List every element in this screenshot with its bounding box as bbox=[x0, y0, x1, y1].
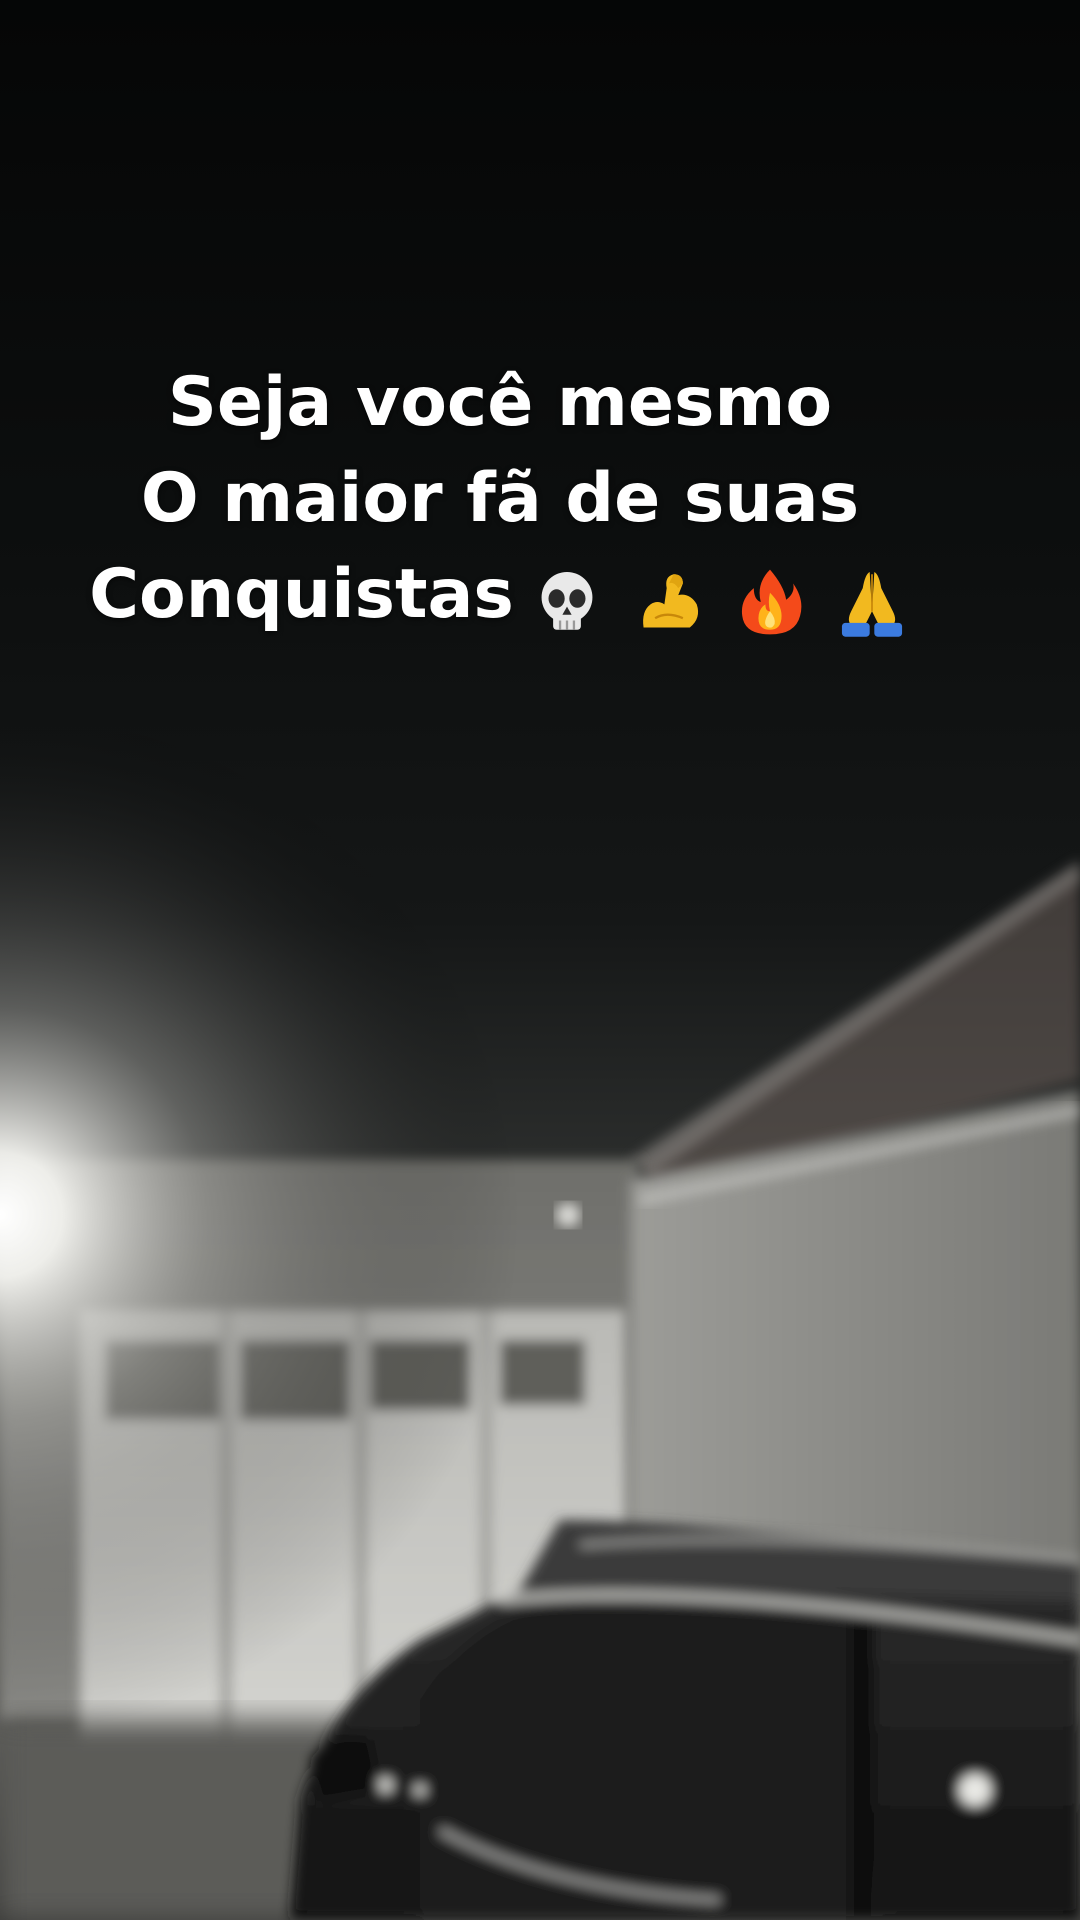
folded-hands-icon bbox=[841, 571, 902, 637]
skull-icon bbox=[541, 571, 593, 630]
background-photo bbox=[0, 695, 1080, 1920]
caption-line-3: Conquistas bbox=[0, 547, 1000, 646]
story-frame: Seja você mesmo O maior fã de suas Conqu… bbox=[0, 0, 1080, 1920]
fire-icon bbox=[742, 569, 802, 635]
emoji-row bbox=[528, 550, 911, 646]
caption-line-3-text: Conquistas bbox=[89, 555, 514, 634]
caption-line-1: Seja você mesmo bbox=[167, 363, 833, 442]
story-caption: Seja você mesmo O maior fã de suas Conqu… bbox=[0, 355, 1000, 646]
caption-line-2: O maior fã de suas bbox=[140, 459, 860, 538]
flexed-biceps-icon bbox=[642, 574, 698, 628]
